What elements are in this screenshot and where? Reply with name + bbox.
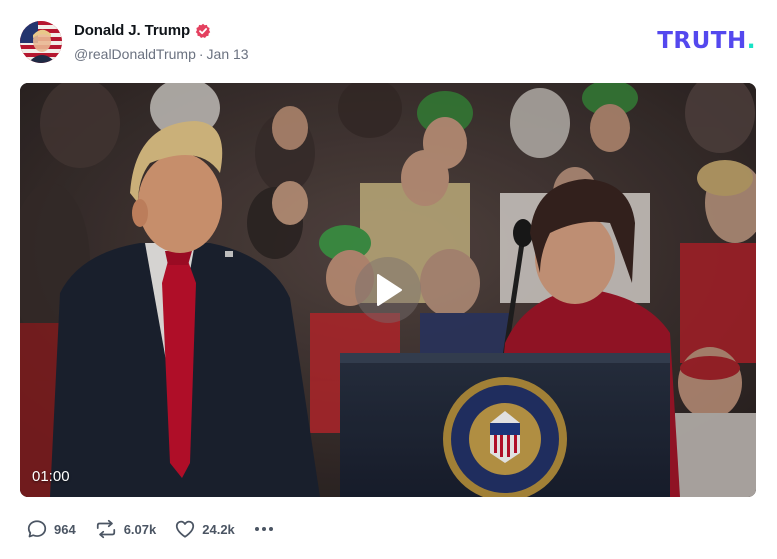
truth-logo-text: TRUTH: [657, 28, 747, 54]
like-button[interactable]: 24.2k: [174, 518, 235, 540]
truth-post: Donald J. Trump @realDonaldTrump · Jan 13 …: [0, 0, 777, 559]
video-player[interactable]: 01:00: [20, 83, 756, 497]
play-icon: [377, 274, 402, 306]
truth-logo-dot: .: [746, 28, 756, 54]
avatar[interactable]: [20, 21, 62, 63]
avatar-image: [20, 21, 62, 63]
reply-button[interactable]: 964: [26, 518, 76, 540]
reply-count: 964: [54, 521, 76, 537]
retruth-icon: [96, 519, 115, 539]
retruth-count: 6.07k: [123, 521, 157, 537]
display-name[interactable]: Donald J. Trump: [74, 22, 190, 39]
play-button[interactable]: [355, 257, 421, 323]
like-icon: [176, 520, 195, 538]
handle-row: @realDonaldTrump · Jan 13: [74, 46, 249, 62]
more-icon[interactable]: [253, 523, 275, 535]
retruth-button[interactable]: 6.07k: [94, 518, 157, 540]
reply-icon: [27, 520, 47, 538]
truth-logo[interactable]: TRUTH.: [657, 28, 756, 54]
like-count: 24.2k: [202, 521, 235, 537]
verified-badge-icon: [195, 23, 211, 38]
display-name-row: Donald J. Trump: [74, 22, 211, 39]
post-date[interactable]: Jan 13: [207, 46, 249, 62]
post-actions: 964 6.07k 24.2k: [26, 517, 275, 541]
handle[interactable]: @realDonaldTrump: [74, 46, 196, 62]
video-duration: 01:00: [32, 468, 70, 485]
